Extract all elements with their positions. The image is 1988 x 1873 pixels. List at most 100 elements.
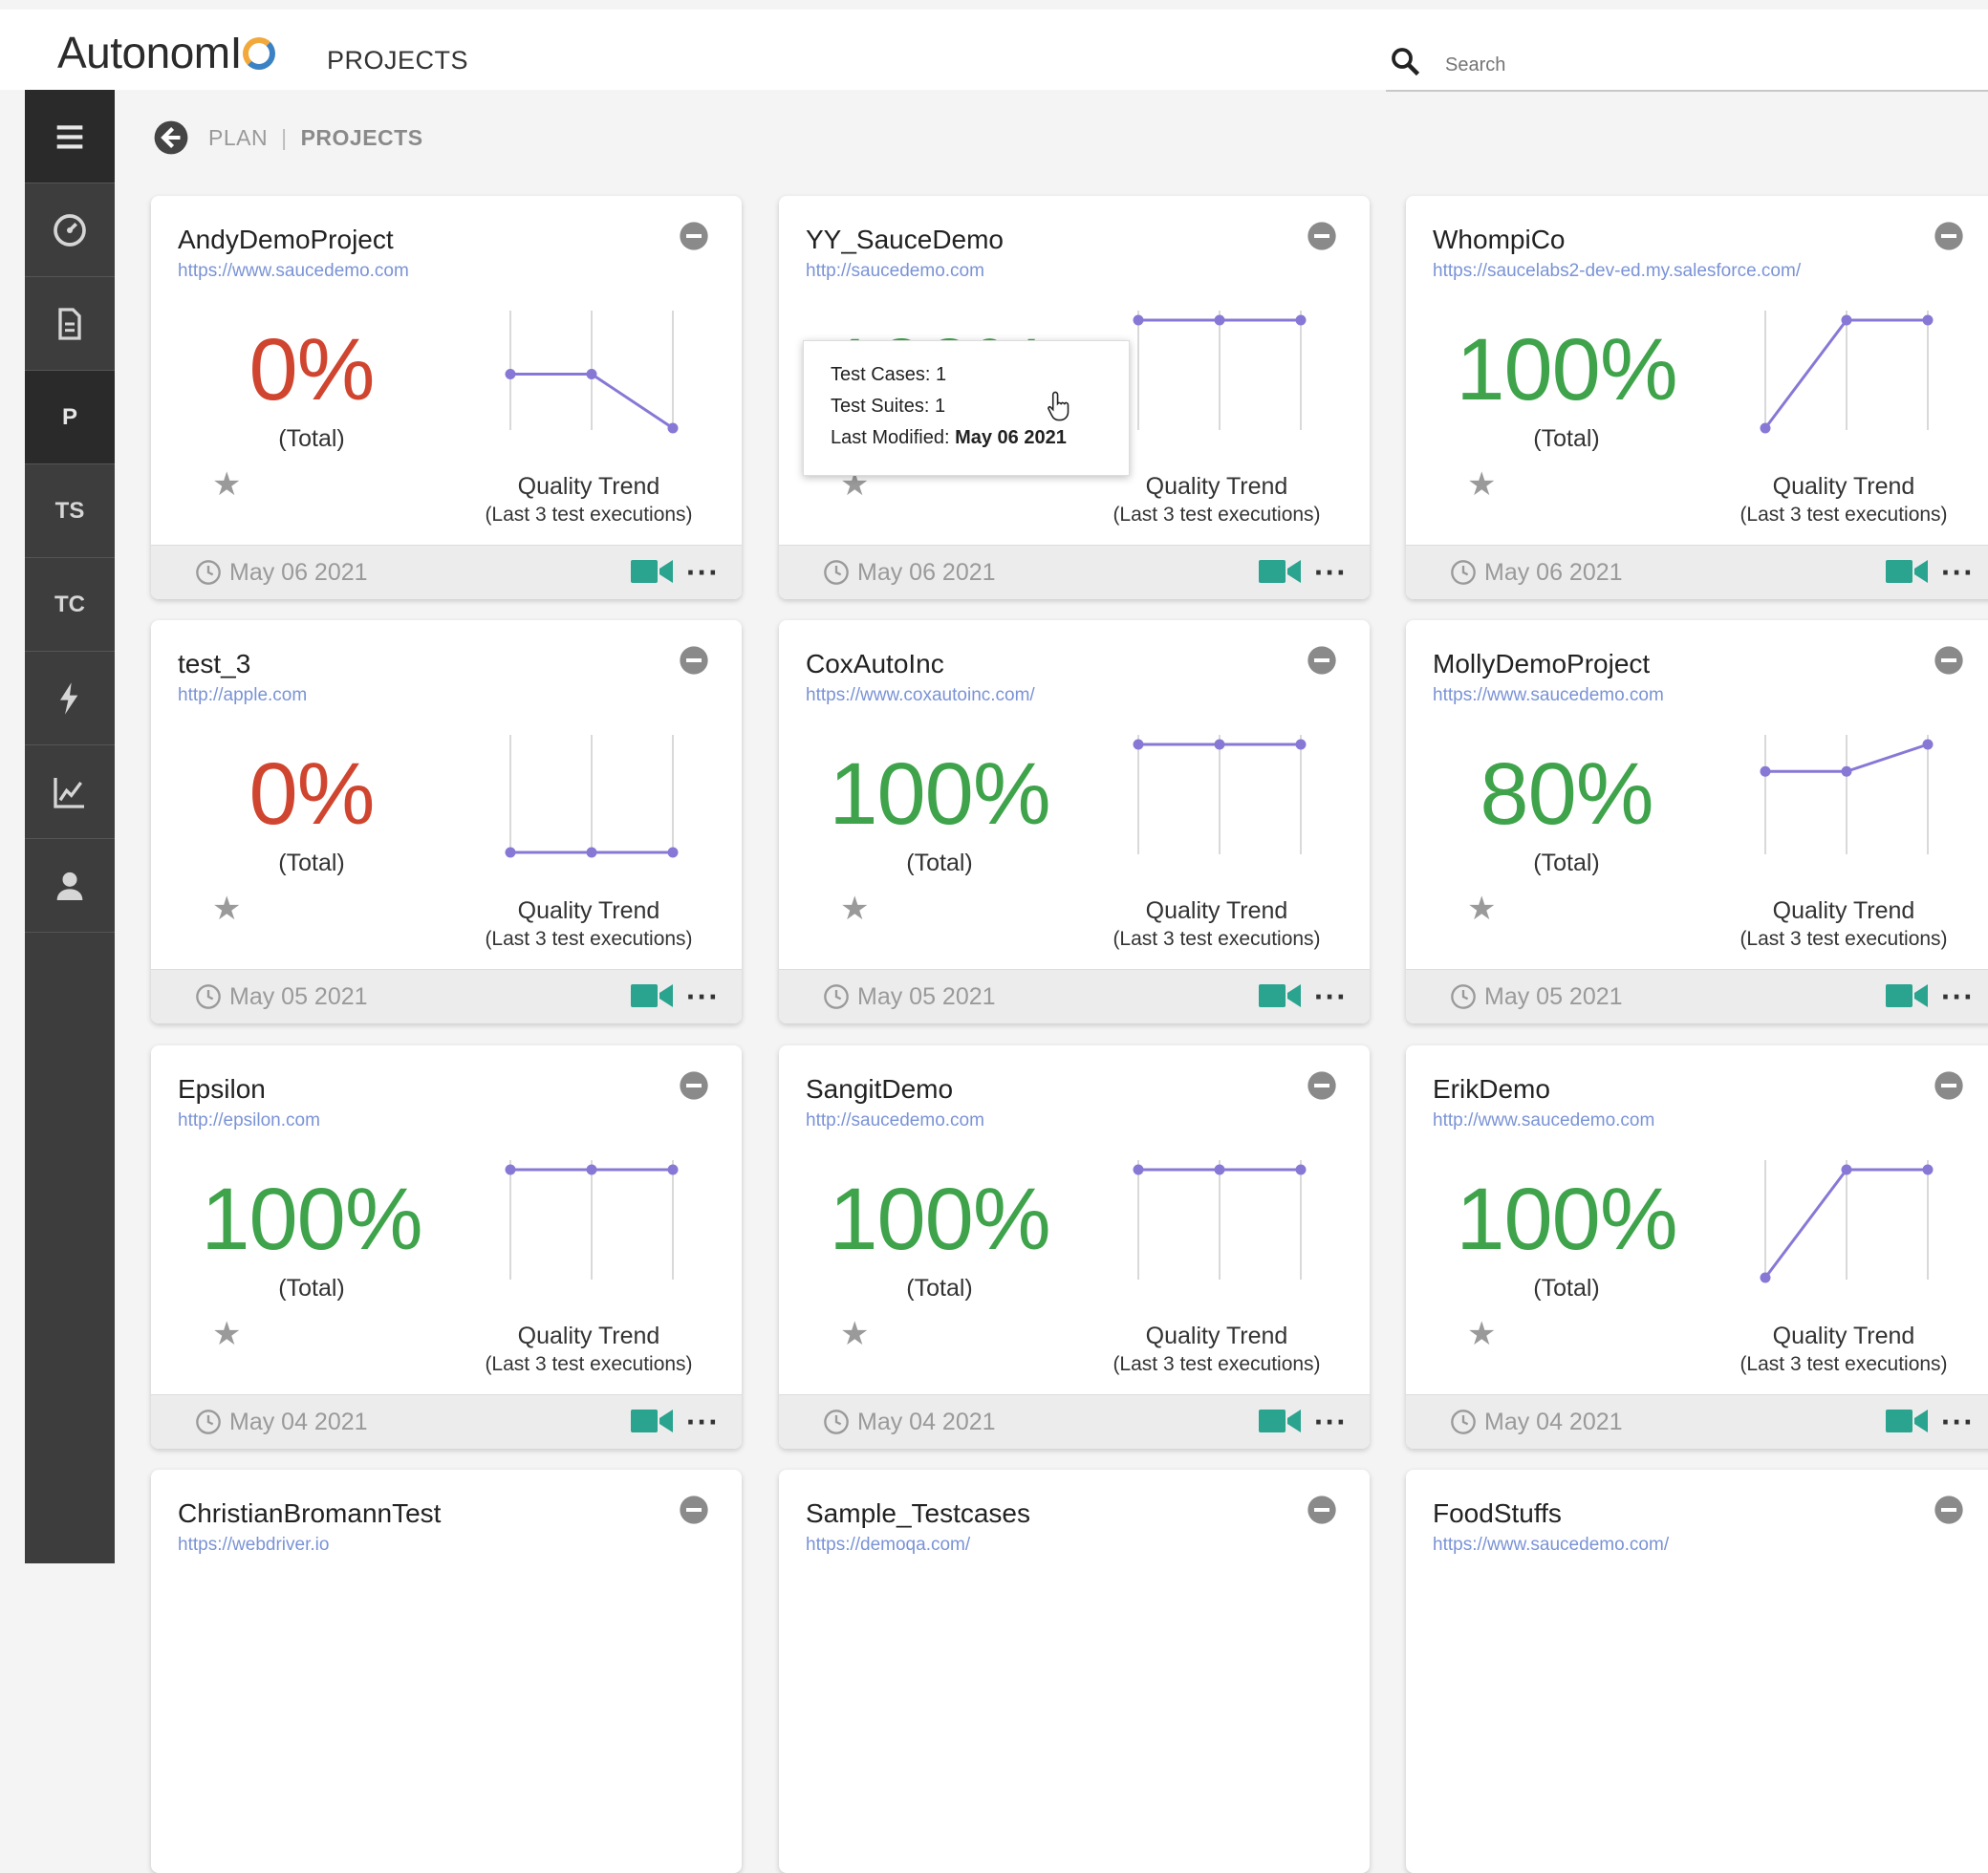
video-icon[interactable]: [1259, 981, 1301, 1010]
more-options-icon[interactable]: ···: [686, 981, 720, 1012]
star-icon[interactable]: ★: [212, 465, 241, 504]
more-options-icon[interactable]: ···: [686, 1407, 720, 1437]
project-url[interactable]: https://www.saucedemo.com: [1433, 685, 1664, 706]
remove-icon[interactable]: [1934, 221, 1964, 251]
video-icon[interactable]: [631, 557, 673, 586]
more-options-icon[interactable]: ···: [1314, 557, 1348, 588]
search-icon[interactable]: [1388, 44, 1422, 78]
quality-trend-title: Quality Trend: [1772, 473, 1915, 500]
star-icon[interactable]: ★: [840, 890, 869, 928]
project-name[interactable]: YY_SauceDemo: [806, 225, 1004, 255]
project-card[interactable]: WhompiCo https://saucelabs2-dev-ed.my.sal…: [1406, 196, 1988, 599]
breadcrumb-plan[interactable]: PLAN: [208, 125, 268, 151]
remove-icon[interactable]: [1307, 221, 1337, 251]
quality-trend-title: Quality Trend: [1772, 897, 1915, 924]
sidebar: P TS TC: [25, 90, 115, 1563]
more-options-icon[interactable]: ···: [1314, 1407, 1348, 1437]
search-input[interactable]: [1443, 48, 1982, 82]
sidebar-item-user[interactable]: [25, 839, 115, 933]
last-modified-date: May 04 2021: [857, 1409, 996, 1435]
sidebar-menu-button[interactable]: [25, 90, 115, 183]
star-icon[interactable]: ★: [1467, 465, 1496, 504]
project-name[interactable]: MollyDemoProject: [1433, 649, 1650, 679]
total-label: (Total): [906, 850, 973, 876]
project-card[interactable]: FoodStuffs https://www.saucedemo.com/: [1406, 1470, 1988, 1873]
project-card[interactable]: Sample_Testcases https://demoqa.com/: [779, 1470, 1370, 1873]
more-options-icon[interactable]: ···: [1941, 557, 1975, 588]
project-card[interactable]: ChristianBromannTest https://webdriver.io: [151, 1470, 742, 1873]
project-name[interactable]: Sample_Testcases: [806, 1498, 1030, 1529]
video-icon[interactable]: [631, 981, 673, 1010]
remove-icon[interactable]: [679, 1495, 709, 1525]
project-card[interactable]: SangitDemo http://saucedemo.com 100% (Total…: [779, 1045, 1370, 1449]
project-url[interactable]: https://www.saucedemo.com: [178, 261, 409, 282]
project-card[interactable]: AndyDemoProject https://www.saucedemo.com…: [151, 196, 742, 599]
remove-icon[interactable]: [1307, 1070, 1337, 1101]
trend-point: [667, 422, 679, 434]
project-name[interactable]: ChristianBromannTest: [178, 1498, 441, 1529]
project-url[interactable]: https://saucelabs2-dev-ed.my.salesforce.…: [1433, 261, 1801, 282]
remove-icon[interactable]: [679, 645, 709, 676]
more-options-icon[interactable]: ···: [686, 557, 720, 588]
project-card[interactable]: CoxAutoInc https://www.coxautoinc.com/100…: [779, 620, 1370, 1023]
project-card[interactable]: test_3 http://apple.com 0% (Total) ★ Quality …: [151, 620, 742, 1023]
remove-icon[interactable]: [1934, 1495, 1964, 1525]
project-name[interactable]: WhompiCo: [1433, 225, 1565, 255]
project-card[interactable]: Epsilon http://epsilon.com 100% (Total) ★ Qua…: [151, 1045, 742, 1449]
project-name[interactable]: Epsilon: [178, 1074, 266, 1105]
project-card[interactable]: MollyDemoProject https://www.saucedemo.co…: [1406, 620, 1988, 1023]
remove-icon[interactable]: [1934, 645, 1964, 676]
sidebar-item-projects[interactable]: P: [25, 371, 115, 464]
project-url[interactable]: http://saucedemo.com: [806, 1110, 984, 1131]
project-name[interactable]: CoxAutoInc: [806, 649, 944, 679]
project-url[interactable]: https://www.coxautoinc.com/: [806, 685, 1035, 706]
app-logo[interactable]: AutonomI: [57, 27, 275, 78]
project-card[interactable]: ErikDemo http://www.saucedemo.com 100% (Tot…: [1406, 1045, 1988, 1449]
project-name[interactable]: SangitDemo: [806, 1074, 953, 1105]
remove-icon[interactable]: [1307, 1495, 1337, 1525]
sidebar-item-test-cases[interactable]: TC: [25, 558, 115, 652]
sidebar-item-test-suites[interactable]: TS: [25, 464, 115, 558]
quality-percentage: 0%: [248, 745, 376, 843]
sidebar-item-dashboard[interactable]: [25, 183, 115, 277]
project-url[interactable]: https://www.saucedemo.com/: [1433, 1535, 1669, 1556]
bolt-icon: [60, 681, 78, 715]
tooltip-test-suites-label: Test Suites:: [831, 396, 930, 417]
video-icon[interactable]: [1259, 1407, 1301, 1435]
remove-icon[interactable]: [1307, 645, 1337, 676]
sidebar-item-plan[interactable]: [25, 277, 115, 371]
project-url[interactable]: https://webdriver.io: [178, 1535, 329, 1556]
project-name[interactable]: ErikDemo: [1433, 1074, 1550, 1105]
video-icon[interactable]: [631, 1407, 673, 1435]
star-icon[interactable]: ★: [1467, 890, 1496, 928]
project-url[interactable]: http://apple.com: [178, 685, 307, 706]
project-url[interactable]: http://epsilon.com: [178, 1110, 320, 1131]
project-url[interactable]: http://saucedemo.com: [806, 261, 984, 282]
sidebar-item-reports[interactable]: [25, 745, 115, 839]
project-name[interactable]: test_3: [178, 649, 250, 679]
video-icon[interactable]: [1259, 557, 1301, 586]
video-icon[interactable]: [1886, 1407, 1928, 1435]
remove-icon[interactable]: [1934, 1070, 1964, 1101]
project-url[interactable]: https://demoqa.com/: [806, 1535, 970, 1556]
more-options-icon[interactable]: ···: [1941, 1407, 1975, 1437]
clock-icon: [1451, 984, 1476, 1009]
project-name[interactable]: FoodStuffs: [1433, 1498, 1562, 1529]
star-icon[interactable]: ★: [1467, 1315, 1496, 1353]
more-options-icon[interactable]: ···: [1941, 981, 1975, 1012]
project-name[interactable]: AndyDemoProject: [178, 225, 394, 255]
back-arrow-icon[interactable]: [153, 119, 189, 156]
video-icon[interactable]: [1886, 981, 1928, 1010]
star-icon[interactable]: ★: [840, 1315, 869, 1353]
remove-icon[interactable]: [679, 221, 709, 251]
trend-point: [1922, 314, 1934, 326]
quality-trend-title: Quality Trend: [1772, 1323, 1915, 1349]
project-url[interactable]: http://www.saucedemo.com: [1433, 1110, 1654, 1131]
star-icon[interactable]: ★: [212, 1315, 241, 1353]
video-icon[interactable]: [1886, 557, 1928, 586]
sidebar-item-execute[interactable]: [25, 652, 115, 745]
search-underline: [1386, 90, 1988, 92]
star-icon[interactable]: ★: [212, 890, 241, 928]
remove-icon[interactable]: [679, 1070, 709, 1101]
more-options-icon[interactable]: ···: [1314, 981, 1348, 1012]
